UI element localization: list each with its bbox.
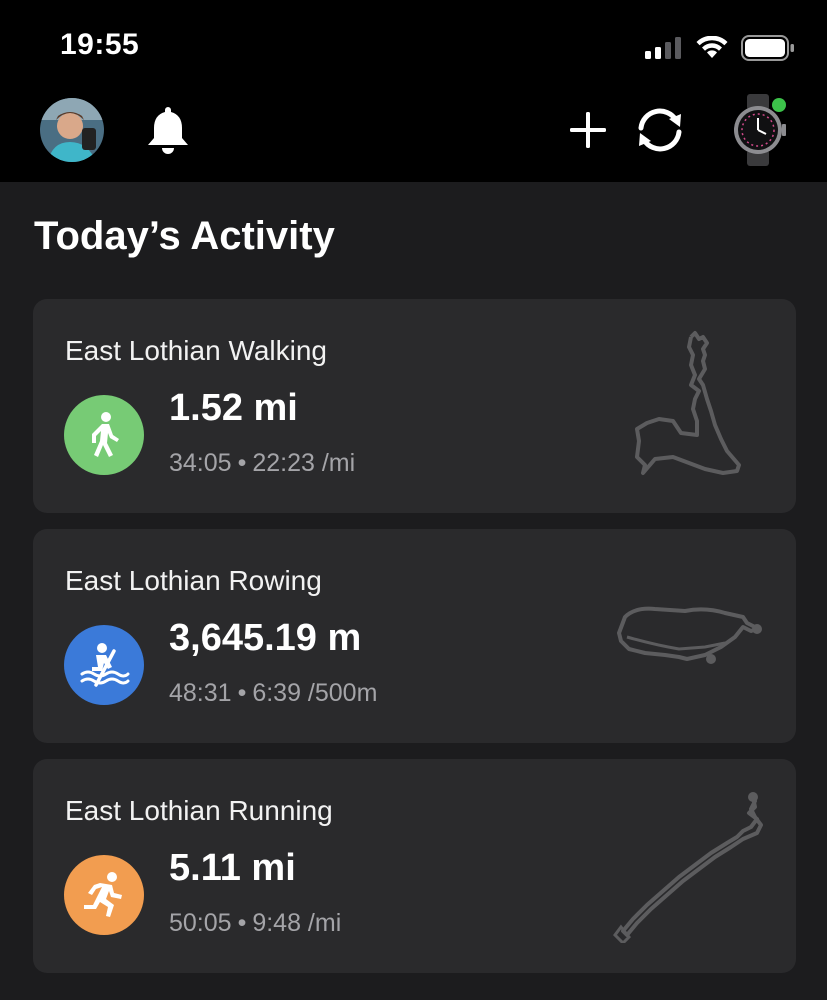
- cellular-signal-icon: [645, 37, 681, 59]
- wifi-icon: [696, 36, 728, 58]
- activity-duration: 34:05: [169, 449, 232, 477]
- watch-connected-indicator: [772, 98, 786, 112]
- activity-title: East Lothian Rowing: [65, 565, 322, 596]
- activity-stats: 50:05 • 9:48 /mi: [169, 909, 341, 938]
- rowing-icon: [64, 625, 144, 705]
- route-map-running: [613, 792, 763, 943]
- section-title: Today’s Activity: [34, 214, 335, 258]
- activity-pace: 22:23 /mi: [252, 449, 356, 477]
- sync-icon[interactable]: [632, 106, 688, 154]
- battery-icon: [741, 35, 794, 61]
- activity-distance: 3,645.19 m: [169, 617, 362, 659]
- stats-separator: •: [237, 909, 247, 937]
- route-map-rowing: [617, 606, 762, 664]
- stats-separator: •: [237, 449, 247, 477]
- running-icon: [64, 855, 144, 935]
- activity-card-rowing[interactable]: East Lothian Rowing 3,645.19 m 48:31 • 6:3…: [33, 529, 796, 743]
- activity-distance: 1.52 mi: [169, 387, 298, 429]
- activity-duration: 50:05: [169, 909, 232, 937]
- activity-pace: 6:39 /500m: [252, 679, 378, 707]
- activity-title: East Lothian Running: [65, 795, 333, 826]
- stats-separator: •: [237, 679, 247, 707]
- activity-stats: 48:31 • 6:39 /500m: [169, 679, 377, 708]
- activity-title: East Lothian Walking: [65, 335, 327, 366]
- activity-stats: 34:05 • 22:23 /mi: [169, 449, 355, 478]
- plus-icon[interactable]: [568, 110, 608, 150]
- activity-duration: 48:31: [169, 679, 232, 707]
- avatar[interactable]: [40, 98, 104, 162]
- walking-icon: [64, 395, 144, 475]
- status-icons: [645, 34, 795, 62]
- activity-card-walking[interactable]: East Lothian Walking 1.52 mi 34:05 • 22:23…: [33, 299, 796, 513]
- status-bar: 19:55: [0, 0, 827, 92]
- route-map-walking: [635, 331, 741, 475]
- status-time: 19:55: [60, 28, 140, 61]
- activity-card-running[interactable]: East Lothian Running 5.11 mi 50:05 • 9:48 …: [33, 759, 796, 973]
- bell-icon[interactable]: [145, 104, 191, 156]
- activity-pace: 9:48 /mi: [252, 909, 342, 937]
- top-toolbar: [0, 92, 827, 182]
- activity-distance: 5.11 mi: [169, 847, 296, 889]
